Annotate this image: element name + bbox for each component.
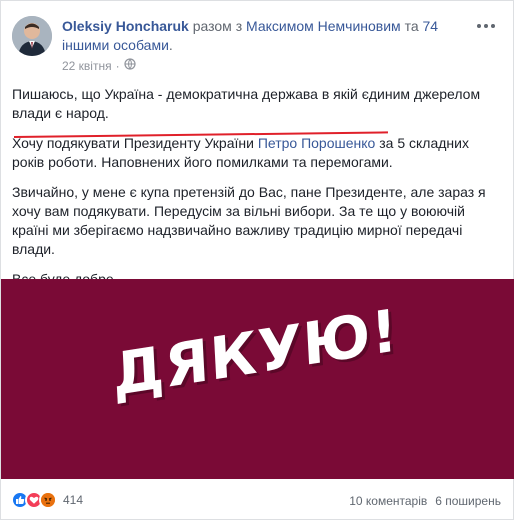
banner-text: ДЯКУЮ! [111, 295, 401, 410]
with-suffix: . [168, 37, 173, 53]
post-meta: 22 квітня · [62, 58, 136, 73]
post-image-banner[interactable]: ДЯКУЮ! [1, 279, 514, 479]
post-body: Пишаюсь, що Україна - демократична держа… [12, 85, 492, 300]
post-date[interactable]: 22 квітня [62, 59, 112, 73]
tagged-person-link[interactable]: Максимом Немчиновим [246, 18, 401, 34]
angry-icon [39, 491, 57, 509]
post-footer: 414 10 коментарів 6 поширень [1, 481, 514, 520]
with-and: та [400, 18, 423, 34]
reaction-count: 414 [63, 493, 84, 507]
facebook-post: Oleksiy Honcharuk разом з Максимом Немчи… [0, 0, 514, 520]
comments-count-link[interactable]: 10 коментарів [349, 494, 427, 508]
author-avatar[interactable] [12, 16, 52, 56]
post-paragraph-2: Хочу подякувати Президенту України Петро… [12, 134, 492, 172]
author-line: Oleksiy Honcharuk разом з Максимом Немчи… [62, 17, 452, 55]
post-stats: 10 коментарів 6 поширень [349, 494, 501, 508]
post-paragraph-3: Звичайно, у мене є купа претензій до Вас… [12, 184, 486, 257]
globe-icon [123, 58, 136, 73]
with-prefix: разом з [188, 18, 247, 34]
post-header: Oleksiy Honcharuk разом з Максимом Немчи… [12, 12, 502, 73]
post-paragraph-1: Пишаюсь, що Україна - демократична держа… [12, 86, 481, 121]
reactions-summary[interactable]: 414 [11, 491, 83, 509]
author-name[interactable]: Oleksiy Honcharuk [62, 18, 189, 34]
separator-dot: · [115, 58, 120, 73]
shares-count-link[interactable]: 6 поширень [435, 494, 501, 508]
mention-link[interactable]: Петро Порошенко [258, 135, 376, 151]
more-options-icon[interactable] [474, 18, 498, 34]
